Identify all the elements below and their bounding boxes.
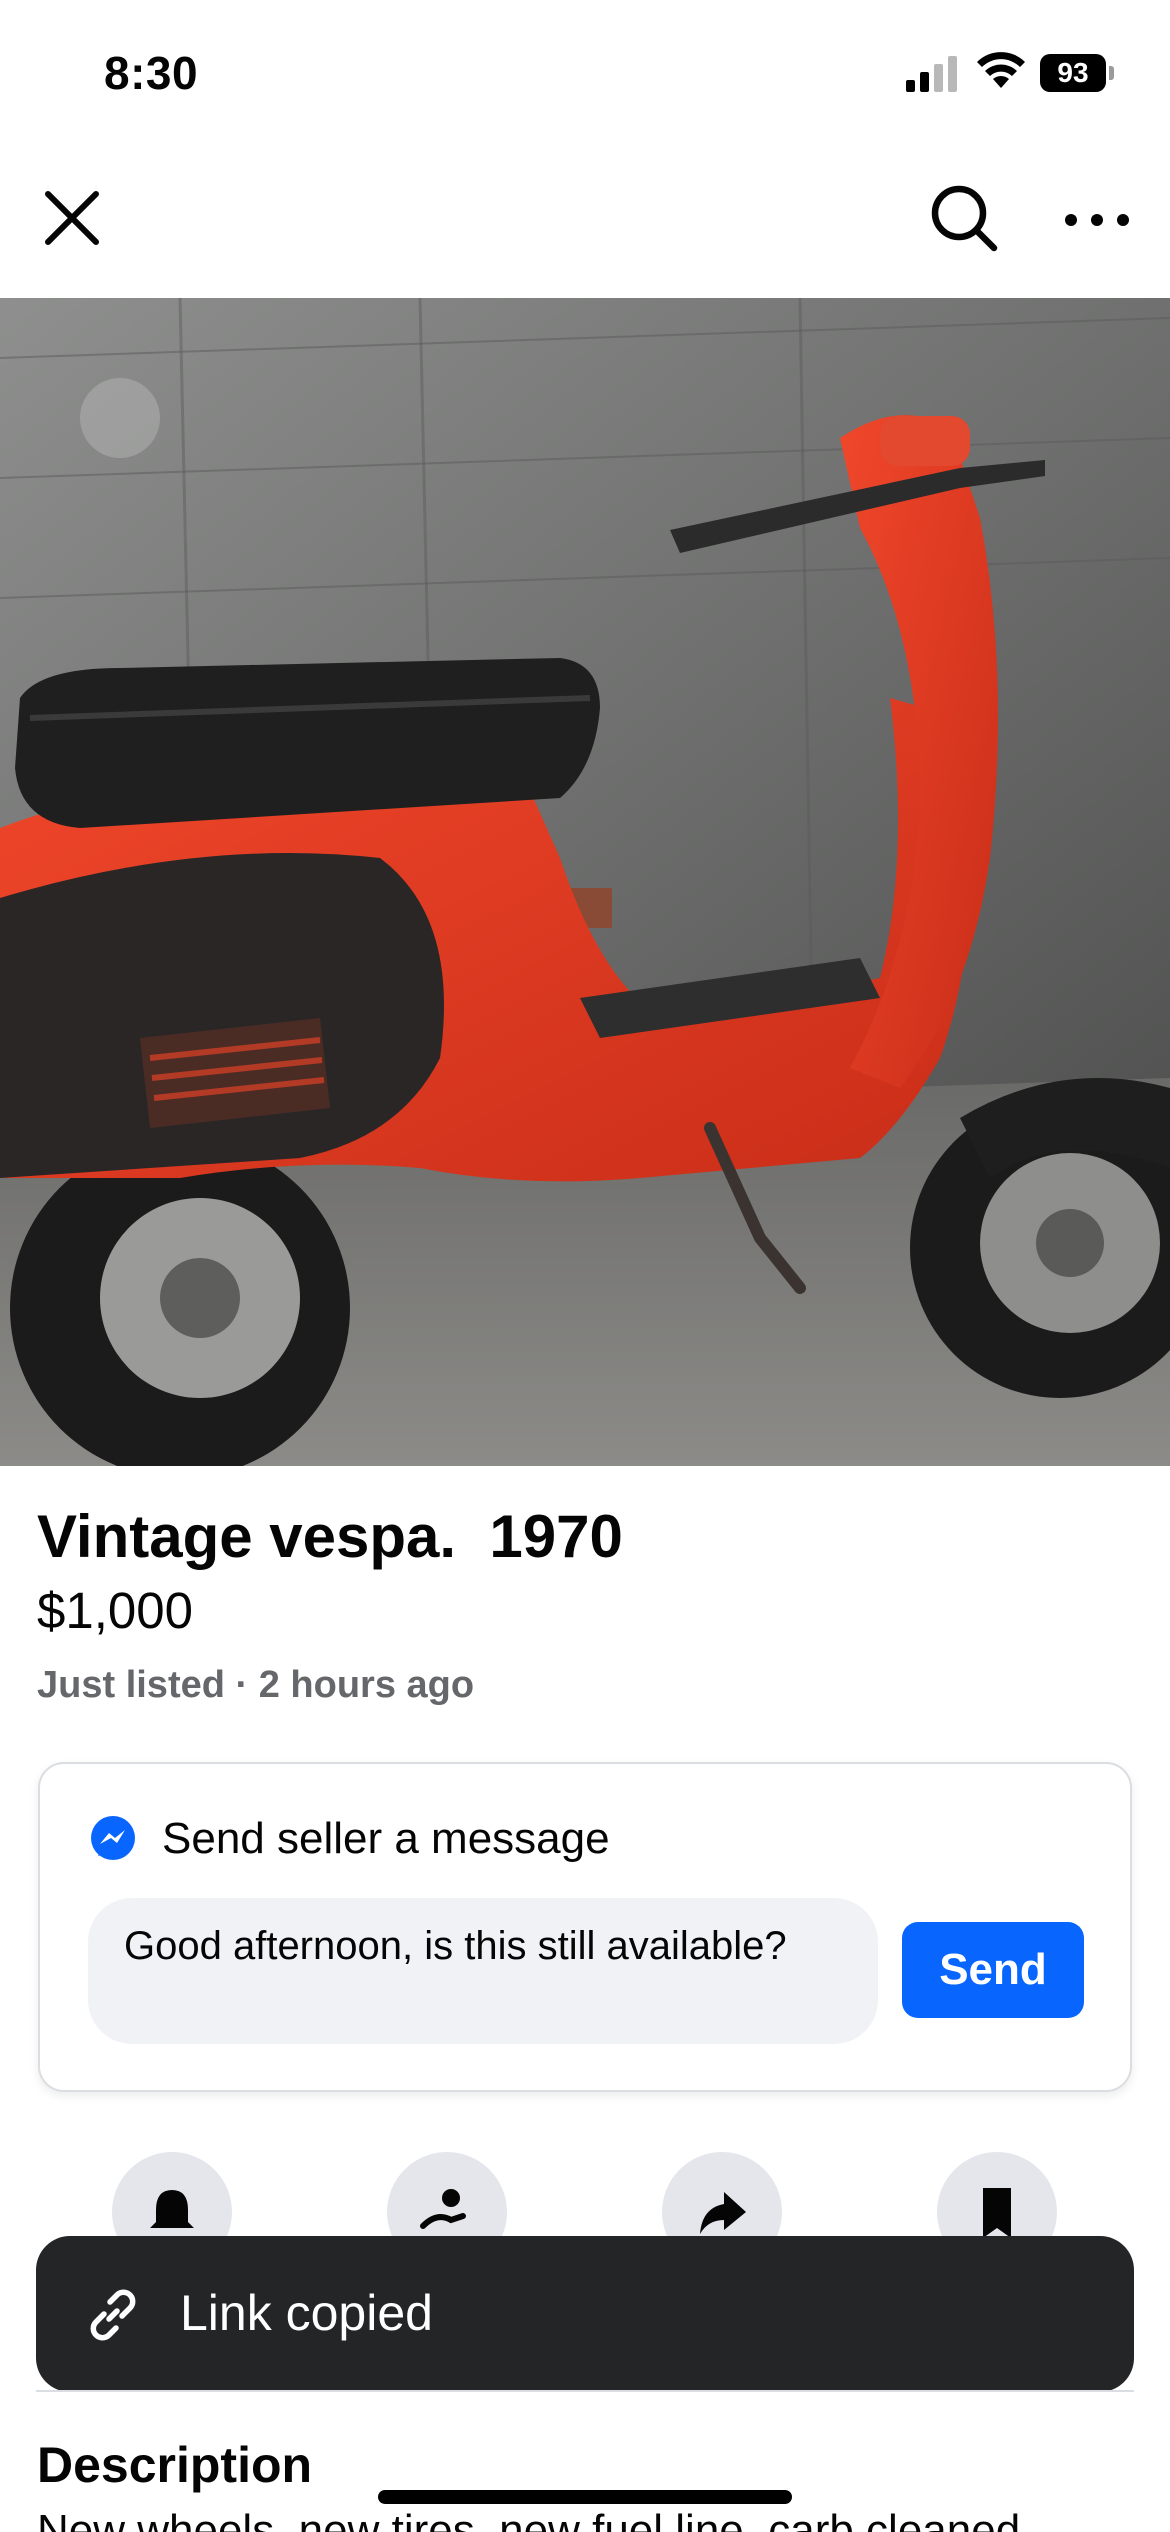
toast-label: Link copied (180, 2285, 433, 2341)
listing-photo[interactable] (0, 298, 1170, 1466)
wifi-icon (977, 52, 1025, 88)
bell-icon (150, 2190, 194, 2228)
messenger-icon (91, 1816, 135, 1860)
send-message-card: Send seller a message Good afternoon, is… (38, 1762, 1132, 2092)
offer-icon (420, 2189, 466, 2229)
message-heading: Send seller a message (162, 1814, 610, 1863)
link-copied-toast: Link copied (36, 2236, 1134, 2392)
description-heading: Description (37, 2437, 313, 2493)
share-icon (700, 2192, 746, 2234)
link-icon (90, 2289, 136, 2341)
bookmark-icon (983, 2188, 1011, 2238)
section-divider (36, 2390, 1134, 2392)
listing-title: Vintage vespa. 1970 (37, 1503, 623, 1570)
more-horizontal-icon[interactable] (1060, 196, 1134, 244)
listing-meta: Just listed · 2 hours ago (37, 1664, 475, 1706)
status-time: 8:30 (104, 47, 199, 99)
home-indicator[interactable] (378, 2490, 792, 2504)
battery-level: 93 (1040, 54, 1106, 92)
close-icon[interactable] (38, 184, 106, 252)
listing-price: $1,000 (37, 1582, 193, 1639)
description-text: New wheels, new tires, new fuel line, ca… (37, 2506, 1021, 2532)
status-bar: 8:30 93 (0, 0, 1170, 150)
search-icon[interactable] (926, 180, 1002, 256)
cellular-signal-icon (906, 56, 957, 92)
send-button[interactable]: Send (902, 1922, 1084, 2018)
battery-icon: 93 (1040, 54, 1114, 92)
message-input[interactable]: Good afternoon, is this still available? (88, 1898, 878, 2044)
